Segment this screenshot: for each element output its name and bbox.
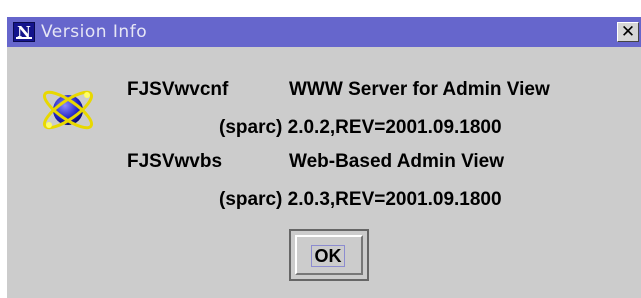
title-bar[interactable]: N Version Info ✕ [7, 17, 641, 47]
package-description: WWW Server for Admin View [289, 79, 550, 100]
package-version: (sparc) 2.0.3,REV=2001.09.1800 [219, 189, 502, 210]
close-button[interactable]: ✕ [617, 22, 639, 42]
package-name: FJSVwvbs [127, 151, 223, 172]
package-version: (sparc) 2.0.2,REV=2001.09.1800 [219, 117, 502, 138]
ok-button[interactable]: OK [289, 229, 369, 281]
window-title: Version Info [41, 22, 148, 42]
close-icon: ✕ [620, 22, 636, 42]
package-description: Web-Based Admin View [289, 151, 505, 172]
ok-button-label: OK [311, 245, 345, 267]
app-n-icon[interactable]: N [13, 22, 35, 42]
package-name: FJSVwvcnf [127, 79, 229, 100]
version-info-dialog: N Version Info ✕ FJSVwvcnf WWW Server fo… [7, 17, 641, 298]
atom-globe-icon [42, 90, 94, 130]
